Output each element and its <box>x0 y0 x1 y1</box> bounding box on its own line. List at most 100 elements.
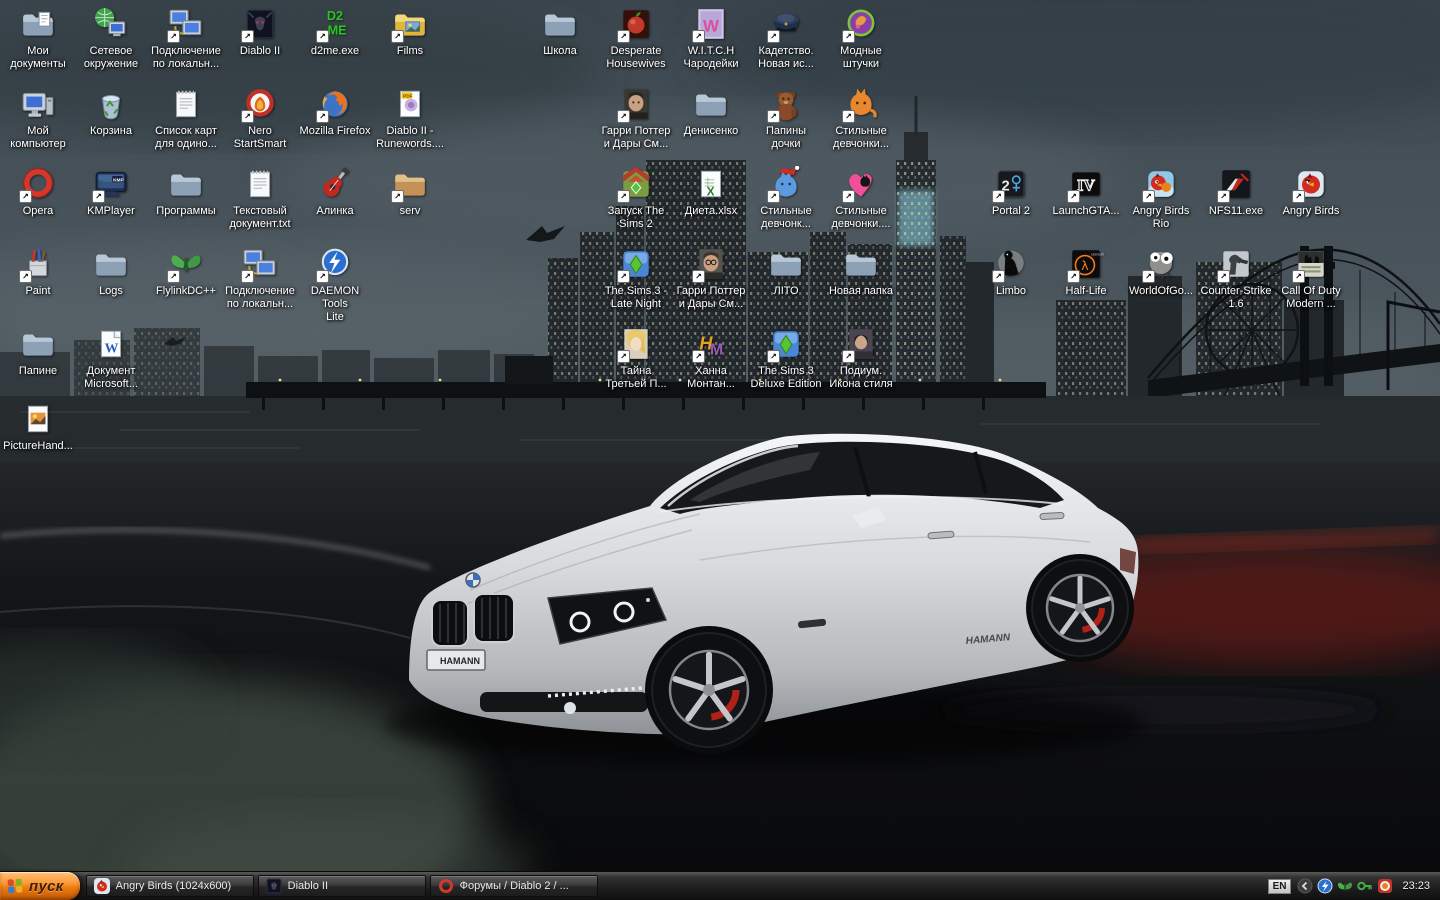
desktop-icon[interactable]: W Документ Microsoft... <box>73 326 149 391</box>
desktop-icon-label: Стильные девчонки.... <box>831 205 891 231</box>
desktop-icon-label: Nero StartSmart <box>233 125 287 151</box>
desktop-icon[interactable]: KMP ↗ KMPlayer <box>73 166 149 218</box>
desktop-icon[interactable]: ↗ Diablo II <box>222 6 298 58</box>
desktop-icon[interactable]: ↗ NFS11.exe <box>1198 166 1274 218</box>
daemon-tray-icon[interactable] <box>1317 878 1333 894</box>
desktop-icon[interactable]: ↗ Angry Birds Rio <box>1123 166 1199 231</box>
desktop-icon[interactable]: ↗ serv <box>372 166 448 218</box>
desktop-icon-label: KMPlayer <box>87 205 135 217</box>
goo-icon: ↗ <box>1142 246 1179 283</box>
folder-icon <box>768 246 804 282</box>
desktop-icon[interactable]: ↗ Стильные девчонк... <box>748 166 824 231</box>
desktop-icon-label: Ханна Монтан... <box>687 365 735 391</box>
desktop-icon[interactable]: Logs <box>73 246 149 298</box>
desktop-icon[interactable]: ЛІТО <box>748 246 824 298</box>
desktop-icon[interactable]: Корзина <box>73 86 149 138</box>
shortcut-arrow-icon: ↗ <box>92 190 105 203</box>
desktop-icon[interactable]: ↗ Opera <box>0 166 76 218</box>
desktop-icon[interactable]: Мой компьютер <box>0 86 76 151</box>
desktop-icon[interactable]: X Диета.xlsx <box>673 166 749 218</box>
desktop-icon[interactable]: H M ↗ Ханна Монтан... <box>673 326 749 391</box>
desktop-icon[interactable]: ↗ Подиум. Икона стиля <box>823 326 899 391</box>
desktop-icon[interactable]: ↗ DAEMON Tools Lite <box>297 246 373 325</box>
desktop-icon[interactable]: W ↗ W.I.T.C.H Чародейки <box>673 6 749 71</box>
desktop-icon[interactable]: D2 ME ↗ d2me.exe <box>297 6 373 58</box>
shortcut-arrow-icon: ↗ <box>241 110 254 123</box>
desktop-icon[interactable]: ↗ Гарри Поттер и Дары См... <box>673 246 749 311</box>
desktop-icon[interactable]: ↗ Limbo <box>973 246 1049 298</box>
desktop-icon-label: Стильные девчонки... <box>833 125 889 151</box>
desktop-icon[interactable]: Текстовый документ.txt <box>222 166 298 231</box>
desktop-icon[interactable]: ↗ The Sims 3 Deluxe Edition <box>748 326 824 391</box>
start-button[interactable]: пуск <box>0 872 80 900</box>
desktop-icon[interactable]: ↗ Paint <box>0 246 76 298</box>
angry-rio-icon: ↗ <box>1142 166 1179 203</box>
key-tray-icon[interactable] <box>1357 878 1373 894</box>
desktop-icon-label: Школа <box>543 45 577 57</box>
desktop-icon[interactable]: Алинка <box>297 166 373 218</box>
desktop-icon[interactable]: ↗ Тайна Третьей П... <box>598 326 674 391</box>
desktop-icon[interactable]: Денисенко <box>673 86 749 138</box>
desktop-icon[interactable]: ↗ Гарри Поттер и Дары См... <box>598 86 674 151</box>
desktop-icon-label: DAEMON Tools Lite <box>310 285 360 324</box>
desktop-icon[interactable]: ↗ Стильные девчонки.... <box>823 166 899 231</box>
desktop-icon[interactable]: ↗ Call Of Duty Modern ... <box>1273 246 1349 311</box>
desktop-icon-label: Portal 2 <box>992 205 1030 217</box>
desktop-icon[interactable]: ↗ The Sims 3 - Late Night <box>598 246 674 311</box>
shortcut-arrow-icon: ↗ <box>167 270 180 283</box>
desktop-icon[interactable]: IV ↗ LaunchGTA... <box>1048 166 1124 218</box>
folder-tan-icon: ↗ <box>391 166 428 203</box>
nero-tray-icon[interactable] <box>1377 878 1393 894</box>
desktop-icon-label: Half-Life <box>1065 285 1107 297</box>
desktop-icon[interactable]: ↗ Films <box>372 6 448 58</box>
desktop-icon[interactable]: ↗ Desperate Housewives <box>598 6 674 71</box>
desktop-icon[interactable]: ↗ Стильные девчонки... <box>823 86 899 151</box>
desktop-icon[interactable]: Список карт для одино... <box>148 86 224 151</box>
shortcut-arrow-icon: ↗ <box>842 30 855 43</box>
desktop-icon[interactable]: ↗ Запуск The Sims 2 <box>598 166 674 231</box>
desktop-icon[interactable]: ↗ Подключение по локальн... <box>222 246 298 311</box>
desktop-icon[interactable]: ↗ Кадетство. Новая ис... <box>748 6 824 71</box>
desktop-icon[interactable]: ↗ WorldOfGo... <box>1123 246 1199 298</box>
desktop-icon[interactable]: ↗ Подключение по локальн... <box>148 6 224 71</box>
desktop-icon[interactable]: PictureHand... <box>0 401 76 453</box>
desktop-icon[interactable]: 2 ↗ Portal 2 <box>973 166 1049 218</box>
desktop-icon-label: Мои документы <box>10 45 66 71</box>
water <box>0 396 1440 468</box>
desktop-icon[interactable]: ↗ Angry Birds <box>1273 166 1349 218</box>
witch-icon: W ↗ <box>692 6 729 43</box>
desktop-icon-label: Новая папка <box>828 285 894 297</box>
taskbar-task-label: Форумы / Diablo 2 / ... <box>459 880 569 892</box>
desktop-icon[interactable]: ↗ Counter-Strike 1.6 <box>1198 246 1274 311</box>
desktop: HAMANN HAMANN Мои документы Мой компьютер… <box>0 0 1440 900</box>
fly-tray-icon[interactable] <box>1337 878 1353 894</box>
desktop-icon[interactable]: ↗ FlylinkDC++ <box>148 246 224 298</box>
desktop-icon[interactable]: Сетевое окружение <box>73 6 149 71</box>
desktop-icon[interactable]: ↗ Mozilla Firefox <box>297 86 373 138</box>
desktop-icon-label: Desperate Housewives <box>606 45 666 71</box>
svg-text:W: W <box>703 16 719 35</box>
desktop-icon[interactable]: PDF Diablo II - Runewords.... <box>372 86 448 151</box>
desktop-icon-label: LaunchGTA... <box>1052 205 1120 217</box>
shortcut-arrow-icon: ↗ <box>1142 270 1155 283</box>
desktop-icon[interactable]: Программы <box>148 166 224 218</box>
desktop-icon[interactable]: Мои документы <box>0 6 76 71</box>
shortcut-arrow-icon: ↗ <box>1067 270 1080 283</box>
daemon-icon: ↗ <box>316 246 353 283</box>
desktop-icon[interactable]: λ GenLife ↗ Half-Life <box>1048 246 1124 298</box>
desktop-icon[interactable]: ↗ Модные штучки <box>823 6 899 71</box>
taskbar-task[interactable]: Форумы / Diablo 2 / ... <box>429 875 598 897</box>
svg-text:GenLife: GenLife <box>1091 253 1104 257</box>
language-indicator[interactable]: EN <box>1267 878 1292 894</box>
desktop-icon[interactable]: Папине <box>0 326 76 378</box>
folder-icon <box>20 326 56 362</box>
taskbar-task[interactable]: Angry Birds (1024x600) <box>85 875 254 897</box>
desktop-icon[interactable]: ↗ Папины дочки <box>748 86 824 151</box>
desktop-icon[interactable]: Новая папка <box>823 246 899 298</box>
shortcut-arrow-icon: ↗ <box>692 30 705 43</box>
taskbar-task[interactable]: Diablo II <box>257 875 426 897</box>
desktop-icon[interactable]: ↗ Nero StartSmart <box>222 86 298 151</box>
chevron-tray-icon[interactable] <box>1297 878 1313 894</box>
desktop-icon[interactable]: Школа <box>522 6 598 58</box>
guitar-icon <box>317 166 353 202</box>
